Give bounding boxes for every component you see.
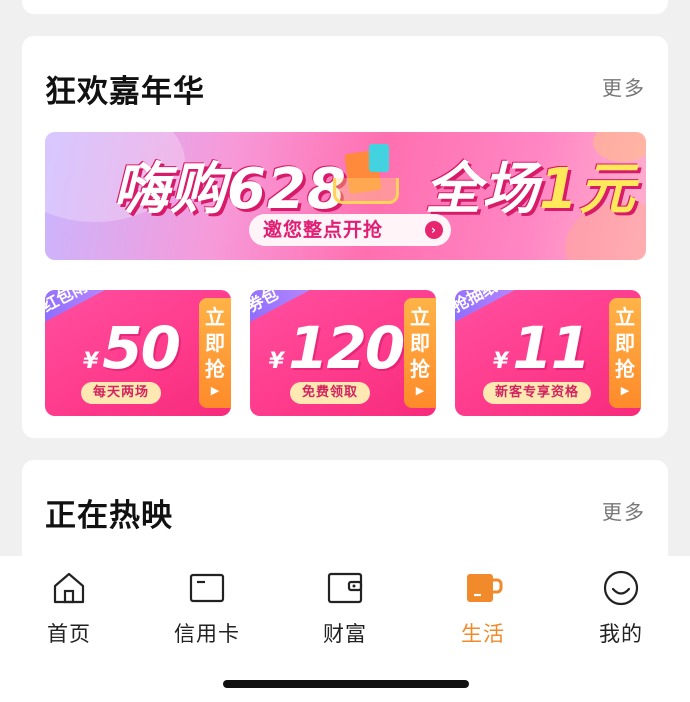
tab-wealth[interactable]: 财富 [290, 568, 400, 648]
smiley-icon [603, 570, 639, 606]
tab-credit-card[interactable]: 信用卡 [152, 568, 262, 648]
shopping-cart-illustration [329, 142, 403, 208]
coupon-note: 免费领取 [290, 382, 371, 404]
banner-cta-label: 邀您整点开抢 [263, 219, 384, 241]
coupon-value: 11 [512, 314, 591, 382]
grab-char: 抢 [205, 357, 225, 381]
banner-title-left: 嗨购628 [113, 157, 347, 222]
play-arrow-icon: ▶ [210, 384, 220, 397]
currency-symbol: ¥ [492, 349, 509, 374]
grab-char: 即 [615, 331, 635, 355]
tab-mine[interactable]: 我的 [566, 568, 676, 648]
currency-symbol: ¥ [82, 349, 99, 374]
grab-char: 即 [410, 331, 430, 355]
grab-char: 即 [205, 331, 225, 355]
coupon-amount: ¥120 [266, 314, 406, 382]
section-title-now-showing: 正在热映 [45, 498, 173, 534]
banner-title-right-a: 全场 [424, 157, 539, 222]
grab-char: 立 [615, 305, 635, 329]
section-title-carnival: 狂欢嘉年华 [45, 74, 205, 110]
tab-label: 财富 [323, 622, 367, 646]
banner-cta[interactable]: 邀您整点开抢 › [249, 214, 451, 246]
coupon-red-envelope-rain[interactable]: 红包雨 ¥50 每天两场 立 即 抢 ▶ [45, 290, 231, 416]
tab-label: 生活 [461, 622, 505, 646]
coupon-amount: ¥11 [471, 314, 611, 382]
coupon-note: 每天两场 [81, 382, 162, 404]
carnival-section: 狂欢嘉年华 更多 嗨购628 全场1元 邀您整点开抢 › 红包雨 ¥50 每天两场… [22, 36, 668, 438]
coupon-value: 120 [288, 314, 405, 382]
wallet-icon [327, 572, 363, 604]
grab-now-button[interactable]: 立 即 抢 ▶ [609, 298, 641, 408]
grab-now-button[interactable]: 立 即 抢 ▶ [404, 298, 436, 408]
home-indicator[interactable] [223, 680, 469, 688]
currency-symbol: ¥ [268, 349, 285, 374]
grab-char: 立 [205, 305, 225, 329]
coupon-amount: ¥50 [61, 314, 201, 382]
play-arrow-icon: ▶ [620, 384, 630, 397]
cup-icon [467, 574, 503, 602]
grab-char: 抢 [615, 357, 635, 381]
coupon-value: 50 [102, 314, 181, 382]
coupon-tissue-grab[interactable]: 抢抽纸 ¥11 新客专享资格 立 即 抢 ▶ [455, 290, 641, 416]
banner-title-right-b: 1元 [538, 157, 636, 222]
chevron-right-icon: › [425, 221, 443, 239]
more-link-now-showing[interactable]: 更多 [602, 496, 646, 525]
more-link-carnival[interactable]: 更多 [602, 72, 646, 101]
tab-label: 信用卡 [174, 622, 240, 646]
grab-now-button[interactable]: 立 即 抢 ▶ [199, 298, 231, 408]
promo-banner[interactable]: 嗨购628 全场1元 邀您整点开抢 › [45, 132, 646, 260]
tab-home[interactable]: 首页 [14, 568, 124, 648]
tab-label: 首页 [47, 622, 91, 646]
coupon-voucher-pack[interactable]: 券包 ¥120 免费领取 立 即 抢 ▶ [250, 290, 436, 416]
previous-card-bottom [22, 0, 668, 14]
coupon-note: 新客专享资格 [483, 382, 592, 404]
credit-card-icon [189, 573, 225, 603]
grab-char: 抢 [410, 357, 430, 381]
tab-label: 我的 [599, 622, 643, 646]
grab-char: 立 [410, 305, 430, 329]
tab-life[interactable]: 生活 [428, 568, 538, 648]
home-icon [53, 572, 85, 604]
play-arrow-icon: ▶ [415, 384, 425, 397]
